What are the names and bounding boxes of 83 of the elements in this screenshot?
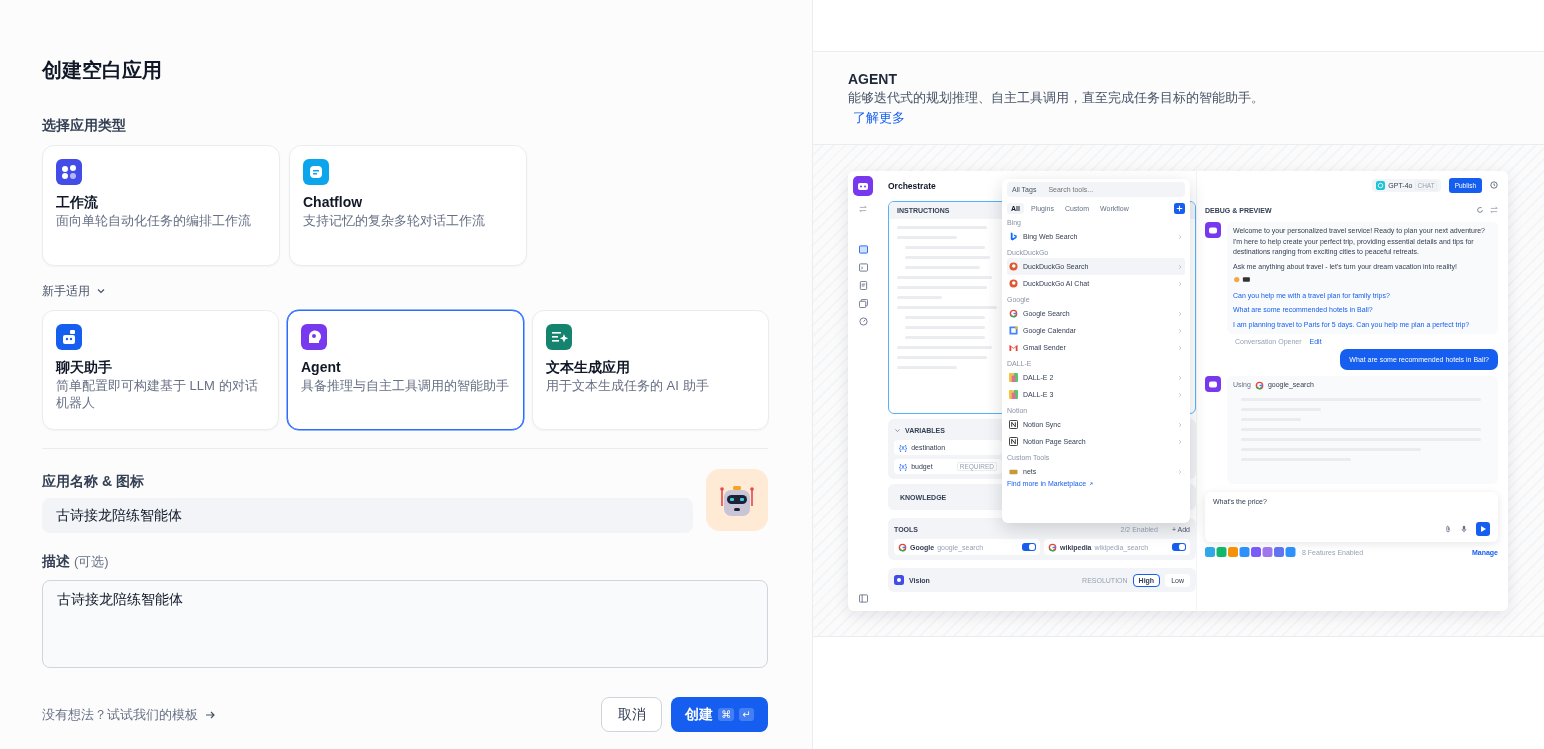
- chevron-right-icon: [1177, 344, 1183, 351]
- chevron-right-icon: [1177, 263, 1183, 270]
- app-type-card[interactable]: Chatflow 支持记忆的复杂多轮对话工作流: [289, 145, 527, 266]
- field-label: 描述 (可选): [42, 552, 109, 571]
- notion-n-icon: [1009, 437, 1018, 446]
- app-type-title: 文本生成应用: [546, 358, 631, 377]
- google-g-icon: [1048, 542, 1057, 552]
- app-type-card[interactable]: 文本生成应用 用于文本生成任务的 AI 助手: [532, 310, 769, 430]
- chevron-right-icon: [1177, 310, 1183, 317]
- bot-icon: [853, 176, 873, 196]
- preview-description: 能够迭代式的规划推理、自主工具调用，直至完成任务目标的智能助手。: [848, 89, 1265, 107]
- chevron-right-icon: [1177, 438, 1183, 445]
- swap-icon[interactable]: [1490, 206, 1498, 214]
- external-link-icon: [1088, 480, 1095, 487]
- google-g-icon: [1254, 380, 1264, 390]
- layout-icon[interactable]: [858, 245, 868, 254]
- chevron-icon: [96, 286, 106, 296]
- send-button-icon[interactable]: [1476, 522, 1490, 536]
- mail-icon: [1009, 343, 1018, 352]
- app-type-description: 用于文本生成任务的 AI 助手: [546, 377, 710, 394]
- bot-icon: [1205, 222, 1221, 238]
- app-type-title: Chatflow: [303, 193, 364, 212]
- orchestrate-title: Orchestrate: [888, 180, 936, 193]
- document-icon[interactable]: [858, 281, 868, 290]
- app-type-description: 支持记忆的复杂多轮对话工作流: [303, 212, 486, 229]
- chatbot-icon: [56, 324, 82, 350]
- notion-n-icon: [1009, 420, 1018, 429]
- app-type-card[interactable]: Agent 具备推理与自主工具调用的智能助手: [287, 310, 524, 430]
- microphone-icon[interactable]: [1460, 525, 1468, 533]
- google-g-icon: [1009, 309, 1018, 318]
- eye-icon: [894, 575, 904, 585]
- toggle-switch[interactable]: [1022, 543, 1036, 551]
- brain-icon: [301, 324, 327, 350]
- chevron-right-icon: [1177, 327, 1183, 334]
- bing-b-icon: [1009, 232, 1018, 241]
- preview-title: AGENT: [848, 70, 898, 88]
- sparkle-text-icon: [546, 324, 572, 350]
- robot-avatar-icon[interactable]: [706, 469, 768, 531]
- chat-bubble-icon: [303, 159, 329, 185]
- gradient-tile-icon: [1009, 390, 1018, 399]
- beginner-toggle[interactable]: 新手适用: [42, 281, 106, 301]
- description-field[interactable]: 古诗接龙陪练智能体: [42, 580, 768, 668]
- app-type-description: 简单配置即可构建基于 LLM 的对话机器人: [56, 377, 259, 411]
- app-type-description: 面向单轮自动化任务的编排工作流: [56, 212, 252, 229]
- section-label: 选择应用类型: [42, 116, 126, 135]
- swap-icon[interactable]: [859, 205, 867, 213]
- paperclip-icon[interactable]: [1444, 525, 1452, 533]
- template-link[interactable]: 没有想法？试试我们的模板: [42, 705, 216, 724]
- dialog-title: 创建空白应用: [42, 58, 162, 82]
- toggle-switch[interactable]: [1172, 543, 1186, 551]
- model-icon: [1376, 180, 1386, 190]
- tool-icon: [1009, 467, 1018, 476]
- copy-icon[interactable]: [858, 299, 868, 308]
- app-type-title: Agent: [301, 358, 342, 377]
- workflow-icon: [56, 159, 82, 185]
- bot-icon: [1205, 376, 1221, 392]
- plus-button-icon[interactable]: [1174, 202, 1185, 214]
- field-label: 应用名称 & 图标: [42, 472, 145, 491]
- refresh-icon[interactable]: [1476, 206, 1484, 214]
- app-type-description: 具备推理与自主工具调用的智能助手: [301, 377, 510, 394]
- input-field[interactable]: 古诗接龙陪练智能体: [42, 498, 693, 533]
- cancel-button[interactable]: 取消: [601, 697, 662, 732]
- app-type-card[interactable]: 聊天助手 简单配置即可构建基于 LLM 的对话机器人: [42, 310, 279, 430]
- gauge-icon[interactable]: [858, 317, 868, 326]
- learn-more-link[interactable]: 了解更多: [853, 110, 905, 125]
- chevron-right-icon: [1177, 374, 1183, 381]
- chevron-right-icon: [1177, 421, 1183, 428]
- app-type-title: 工作流: [56, 193, 99, 212]
- calendar-icon: [1009, 326, 1018, 335]
- chevron-right-icon: [1177, 280, 1183, 287]
- gradient-tile-icon: [1009, 373, 1018, 382]
- chevron-right-icon: [1177, 468, 1183, 475]
- chevron-icon[interactable]: [894, 426, 901, 434]
- chevron-right-icon: [1177, 391, 1183, 398]
- emoji-icons-drawing: [1233, 276, 1251, 283]
- app-type-title: 聊天助手: [56, 358, 113, 377]
- terminal-icon[interactable]: [858, 263, 868, 272]
- google-g-icon: [898, 542, 907, 552]
- sidebar-icon[interactable]: [858, 594, 868, 603]
- chevron-right-icon: [1177, 233, 1183, 240]
- history-icon[interactable]: [1490, 181, 1498, 189]
- app-type-card[interactable]: 工作流 面向单轮自动化任务的编排工作流: [42, 145, 280, 266]
- create-button[interactable]: 创建 ⌘ ↵: [671, 697, 768, 732]
